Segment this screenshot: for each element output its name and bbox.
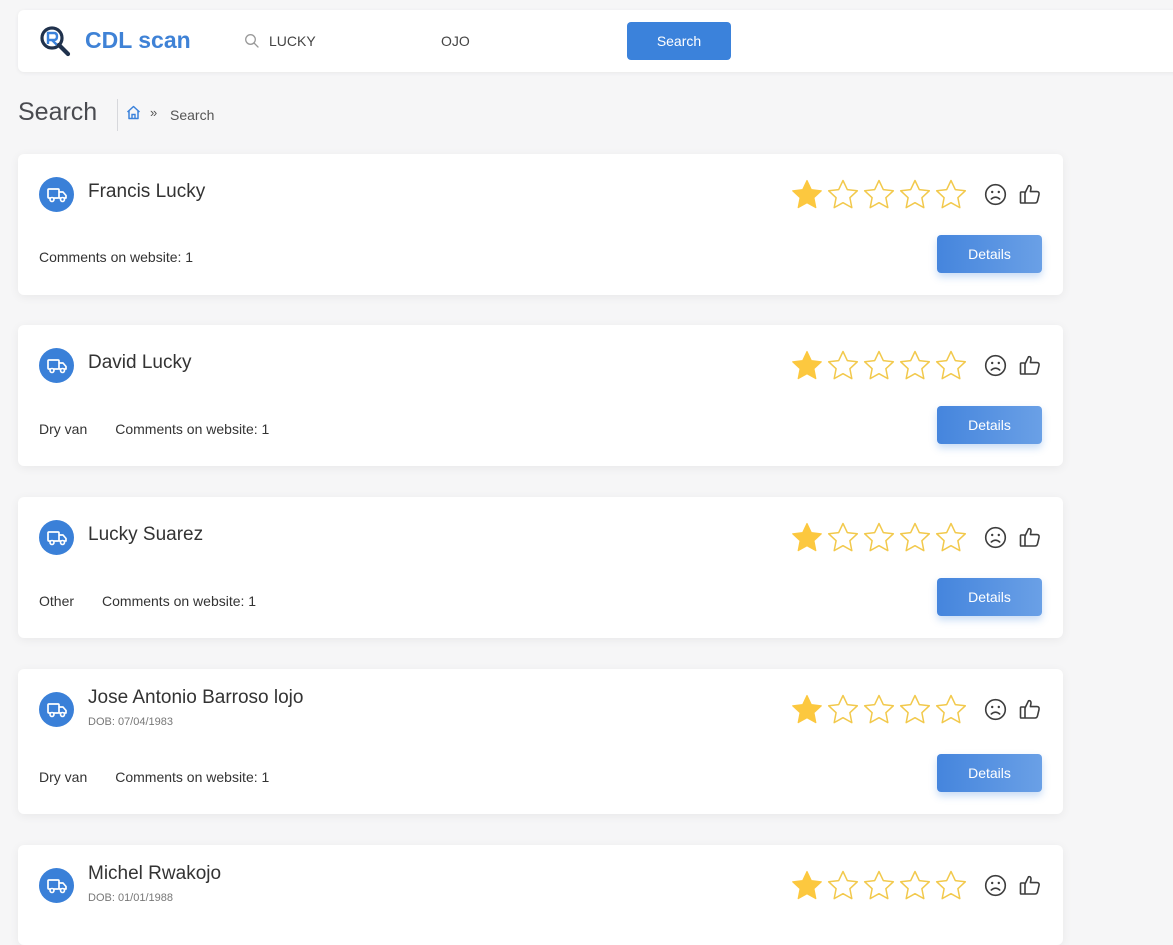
rating-star-icon[interactable]	[790, 521, 824, 555]
rating-star-icon[interactable]	[898, 178, 932, 212]
sad-face-icon[interactable]	[984, 526, 1007, 549]
rating-star-icon[interactable]	[790, 693, 824, 727]
result-card: Lucky Suarez Other Comments on website: 1…	[18, 497, 1063, 638]
rating-star-icon[interactable]	[934, 521, 968, 555]
driver-dob: DOB: 01/01/1988	[88, 892, 174, 904]
truck-icon	[39, 868, 74, 903]
truck-icon	[39, 520, 74, 555]
rating-star-icon[interactable]	[898, 521, 932, 555]
rating-star-icon[interactable]	[934, 869, 968, 903]
rating-stars[interactable]	[790, 178, 968, 212]
breadcrumb-separator: »	[150, 105, 158, 120]
search-button[interactable]: Search	[627, 22, 731, 60]
driver-name[interactable]: Jose Antonio Barroso lojo	[88, 687, 303, 709]
driver-dob: DOB: 07/04/1983	[88, 716, 174, 728]
thumbs-up-icon[interactable]	[1018, 182, 1042, 206]
sad-face-icon[interactable]	[984, 874, 1007, 897]
rating-star-icon[interactable]	[790, 349, 824, 383]
rating-star-icon[interactable]	[862, 869, 896, 903]
thumbs-up-icon[interactable]	[1018, 873, 1042, 897]
comments-count: Comments on website: 1	[102, 593, 257, 609]
truck-icon	[39, 177, 74, 212]
details-button[interactable]: Details	[937, 754, 1042, 792]
last-name-input[interactable]	[441, 30, 611, 52]
title-divider	[117, 99, 118, 131]
card-meta: Comments on website: 1	[39, 249, 193, 265]
truck-type-tag: Dry van	[39, 421, 88, 437]
truck-type-tag: Other	[39, 593, 75, 609]
rating-star-icon[interactable]	[934, 349, 968, 383]
rating-star-icon[interactable]	[826, 349, 860, 383]
result-card: Jose Antonio Barroso lojo DOB: 07/04/198…	[18, 669, 1063, 814]
card-meta: Dry van Comments on website: 1	[39, 421, 269, 437]
top-bar: CDL scan Search	[18, 10, 1173, 72]
page-title: Search	[18, 98, 98, 126]
comments-count: Comments on website: 1	[39, 249, 194, 265]
first-name-input[interactable]	[269, 30, 429, 52]
truck-icon	[39, 348, 74, 383]
driver-name[interactable]: Lucky Suarez	[88, 524, 203, 546]
rating-star-icon[interactable]	[826, 693, 860, 727]
thumbs-up-icon[interactable]	[1018, 697, 1042, 721]
details-button[interactable]: Details	[937, 578, 1042, 616]
rating-star-icon[interactable]	[898, 693, 932, 727]
rating-star-icon[interactable]	[934, 693, 968, 727]
thumbs-up-icon[interactable]	[1018, 353, 1042, 377]
comments-count: Comments on website: 1	[115, 769, 270, 785]
rating-stars[interactable]	[790, 521, 968, 555]
cdl-scan-logo-icon[interactable]	[38, 24, 72, 58]
rating-star-icon[interactable]	[790, 178, 824, 212]
breadcrumb-current: Search	[170, 107, 215, 123]
rating-stars[interactable]	[790, 349, 968, 383]
driver-name[interactable]: Michel Rwakojo	[88, 863, 221, 885]
rating-star-icon[interactable]	[898, 349, 932, 383]
rating-star-icon[interactable]	[862, 521, 896, 555]
rating-star-icon[interactable]	[934, 178, 968, 212]
rating-star-icon[interactable]	[898, 869, 932, 903]
sad-face-icon[interactable]	[984, 183, 1007, 206]
rating-stars[interactable]	[790, 869, 968, 903]
result-card: Francis Lucky Comments on website: 1 Det…	[18, 154, 1063, 295]
rating-star-icon[interactable]	[826, 178, 860, 212]
thumbs-up-icon[interactable]	[1018, 525, 1042, 549]
rating-star-icon[interactable]	[790, 869, 824, 903]
truck-type-tag: Dry van	[39, 769, 88, 785]
details-button[interactable]: Details	[937, 406, 1042, 444]
brand-name[interactable]: CDL scan	[85, 27, 191, 54]
driver-name[interactable]: David Lucky	[88, 352, 192, 374]
driver-name[interactable]: Francis Lucky	[88, 181, 205, 203]
search-icon	[245, 34, 259, 48]
result-card: Michel Rwakojo DOB: 01/01/1988	[18, 845, 1063, 945]
sad-face-icon[interactable]	[984, 698, 1007, 721]
rating-star-icon[interactable]	[826, 869, 860, 903]
rating-star-icon[interactable]	[862, 693, 896, 727]
card-meta: Other Comments on website: 1	[39, 593, 256, 609]
result-card: David Lucky Dry van Comments on website: …	[18, 325, 1063, 466]
card-meta: Dry van Comments on website: 1	[39, 769, 269, 785]
rating-star-icon[interactable]	[862, 349, 896, 383]
sad-face-icon[interactable]	[984, 354, 1007, 377]
home-icon[interactable]	[125, 104, 142, 121]
rating-star-icon[interactable]	[862, 178, 896, 212]
comments-count: Comments on website: 1	[115, 421, 270, 437]
rating-stars[interactable]	[790, 693, 968, 727]
rating-star-icon[interactable]	[826, 521, 860, 555]
truck-icon	[39, 692, 74, 727]
details-button[interactable]: Details	[937, 235, 1042, 273]
